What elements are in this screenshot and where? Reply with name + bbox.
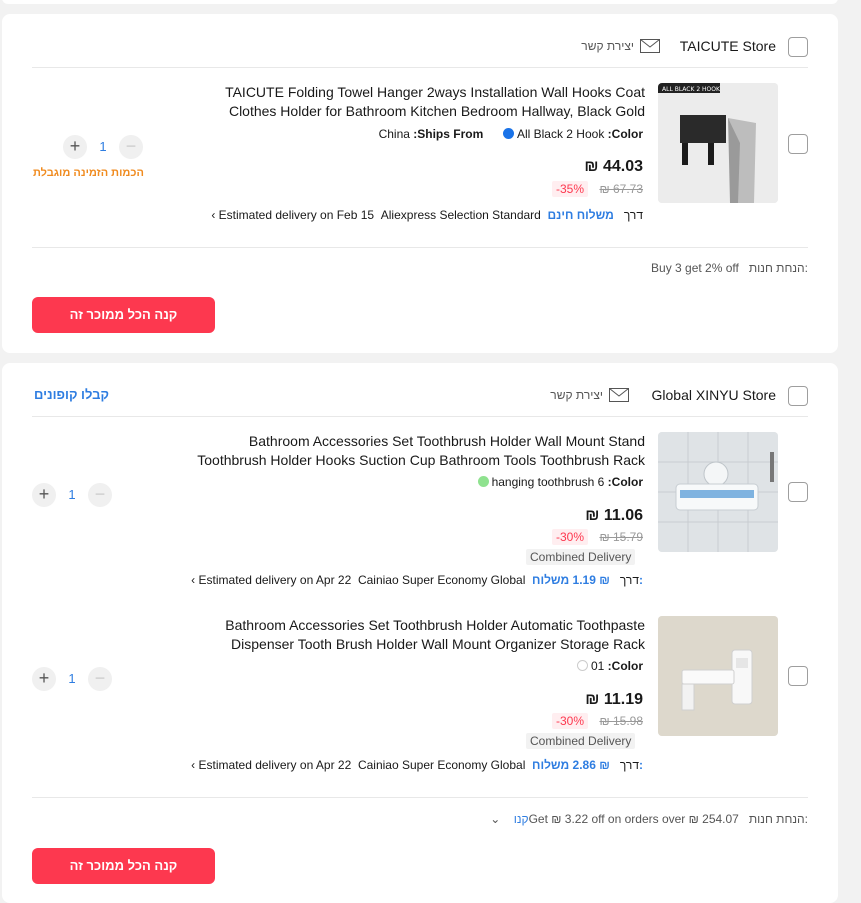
promo-label: הנחת חנות: (748, 812, 808, 826)
quantity-increase-button[interactable]: + (32, 483, 56, 507)
buy-all-from-seller-button[interactable]: קנה הכל ממוכר זה (32, 297, 215, 333)
shipping-via: דרך (623, 208, 643, 222)
color-swatch-icon (502, 128, 514, 139)
get-coupons-link[interactable]: קבלו קופונים (34, 387, 109, 402)
product-attributes: 01 :Color (574, 659, 643, 673)
contact-seller-link[interactable]: יצירת קשר (581, 39, 634, 53)
delivery-chevron-icon: ‹ (191, 758, 196, 772)
combined-delivery-badge: Combined Delivery (526, 733, 636, 749)
chevron-down-icon[interactable]: ⌄ (490, 812, 500, 826)
carrier-name: Cainiao Super Economy Global (357, 758, 526, 772)
shipping-via: דרך (619, 573, 639, 587)
quantity-decrease-button[interactable]: − (88, 483, 112, 507)
shipping-info[interactable]: ‹ Estimated delivery on Apr 22 Cainiao S… (191, 573, 643, 587)
toothbrush-rack-image (658, 432, 778, 552)
discount-badge: -35% (552, 181, 589, 197)
color-swatch-icon (477, 476, 489, 487)
divider (32, 797, 808, 798)
product-title[interactable]: Bathroom Accessories Set Toothbrush Hold… (180, 616, 645, 654)
color-label: :Color (607, 659, 643, 673)
color-value: 01 (590, 659, 605, 673)
shipping-info[interactable]: ‹ Estimated delivery on Feb 15 Aliexpres… (211, 208, 643, 222)
original-price: 15.98 ₪ (599, 714, 643, 728)
divider (32, 67, 808, 68)
store-select-checkbox[interactable] (788, 37, 808, 57)
shipping-via: דרך (619, 758, 639, 772)
promo-text: Get ₪ 3.22 off on orders over ₪ 254.07 (528, 812, 739, 826)
current-price: 11.06 ₪ (585, 507, 643, 524)
shipping-info[interactable]: ‹ Estimated delivery on Apr 22 Cainiao S… (191, 758, 643, 772)
divider (32, 247, 808, 248)
quantity-decrease-button[interactable]: − (119, 135, 143, 159)
towel-hanger-image: ALL BLACK 2 HOOK (658, 83, 778, 203)
product-image-toothbrush-rack[interactable] (658, 432, 778, 552)
store-name[interactable]: TAICUTE Store (680, 38, 776, 54)
item-select-checkbox[interactable] (788, 482, 808, 502)
delivery-chevron-icon: ‹ (211, 208, 216, 222)
limited-quantity-note: הכמות הזמינה מוגבלת (33, 167, 144, 179)
product-title[interactable]: Bathroom Accessories Set Toothbrush Hold… (180, 432, 645, 470)
quantity-value[interactable]: 1 (62, 671, 82, 686)
store-card-taicute: TAICUTE Store יצירת קשר ALL BLACK 2 HOOK… (2, 14, 838, 353)
mail-icon[interactable] (640, 39, 660, 53)
current-price: 11.19 ₪ (585, 691, 643, 708)
svg-text:ALL BLACK 2 HOOK: ALL BLACK 2 HOOK (662, 86, 721, 93)
delivery-estimate: Estimated delivery on Apr 22 (198, 573, 352, 587)
combined-delivery-badge: Combined Delivery (526, 549, 636, 565)
store-select-checkbox[interactable] (788, 386, 808, 406)
color-swatch-icon (576, 660, 588, 671)
original-price: 67.73 ₪ (599, 182, 643, 196)
quantity-value[interactable]: 1 (93, 139, 113, 154)
product-title[interactable]: TAICUTE Folding Towel Hanger 2ways Insta… (180, 83, 645, 121)
ships-from-value: China (378, 127, 410, 141)
divider (32, 416, 808, 417)
store-name[interactable]: Global XINYU Store (652, 387, 777, 403)
quantity-decrease-button[interactable]: − (88, 667, 112, 691)
discount-badge: -30% (552, 529, 589, 545)
free-shipping-label: משלוח חינם (547, 208, 614, 222)
product-image-towel-hanger[interactable]: ALL BLACK 2 HOOK (658, 83, 778, 203)
carrier-name: Aliexpress Selection Standard (380, 208, 541, 222)
toothpaste-dispenser-image (658, 616, 778, 736)
carrier-name: Cainiao Super Economy Global (357, 573, 526, 587)
color-value: hanging toothbrush 6 (491, 475, 605, 489)
product-attributes: China :Ships From All Black 2 Hook :Colo… (379, 127, 643, 141)
discount-badge: -30% (552, 713, 589, 729)
promo-shop-link[interactable]: קנו (514, 812, 529, 826)
promo-label: הנחת חנות: (748, 261, 808, 275)
color-label: :Color (607, 127, 643, 141)
previous-card-edge (2, 0, 838, 4)
delivery-estimate: Estimated delivery on Feb 15 (218, 208, 375, 222)
delivery-chevron-icon: ‹ (191, 573, 196, 587)
store-promotion: Buy 3 get 2% off הנחת חנות: (651, 261, 808, 275)
quantity-increase-button[interactable]: + (32, 667, 56, 691)
mail-icon[interactable] (609, 388, 629, 402)
item-select-checkbox[interactable] (788, 666, 808, 686)
buy-all-from-seller-button[interactable]: קנה הכל ממוכר זה (32, 848, 215, 884)
quantity-value[interactable]: 1 (62, 487, 82, 502)
store-promotion[interactable]: ⌄ קנוGet ₪ 3.22 off on orders over ₪ 254… (490, 812, 808, 826)
current-price: 44.03 ₪ (584, 158, 643, 175)
shipping-cost: ₪ 2.86 (572, 758, 610, 772)
store-card-global-xinyu: Global XINYU Store יצירת קשר קבלו קופוני… (2, 363, 838, 903)
contact-seller-link[interactable]: יצירת קשר (550, 388, 603, 402)
delivery-estimate: Estimated delivery on Apr 22 (198, 758, 352, 772)
product-attributes: hanging toothbrush 6 :Color (475, 475, 643, 489)
promo-text: Buy 3 get 2% off (651, 261, 739, 275)
ships-from-label: :Ships From (413, 127, 484, 141)
original-price: 15.79 ₪ (599, 530, 643, 544)
shipping-cost: ₪ 1.19 (572, 573, 610, 587)
quantity-increase-button[interactable]: + (63, 135, 87, 159)
color-value: All Black 2 Hook (516, 127, 605, 141)
product-image-toothpaste-dispenser[interactable] (658, 616, 778, 736)
color-label: :Color (607, 475, 643, 489)
item-select-checkbox[interactable] (788, 134, 808, 154)
